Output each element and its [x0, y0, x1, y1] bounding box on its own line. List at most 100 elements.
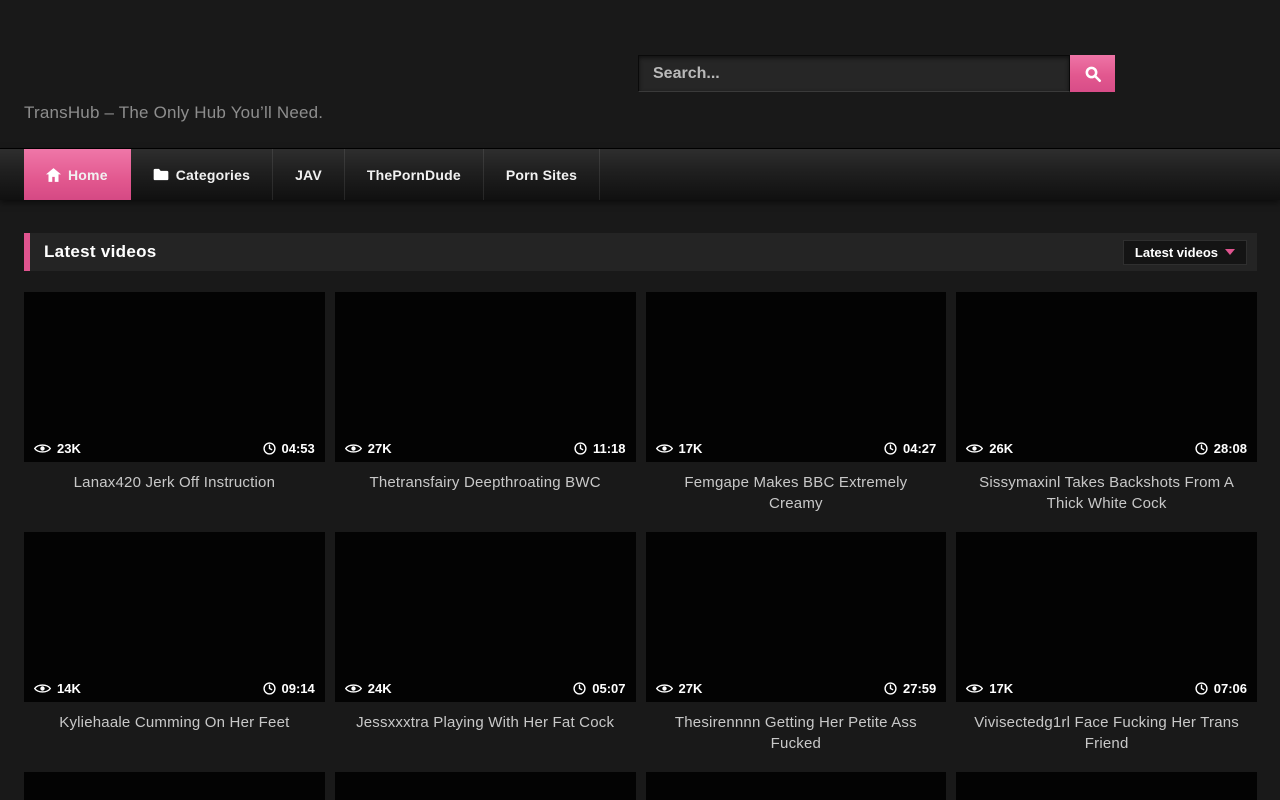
- clock-icon: [884, 682, 897, 695]
- video-card[interactable]: 26K 28:08 Sissymaxinl Takes Backshots Fr…: [956, 292, 1257, 532]
- nav-item-theporndude[interactable]: ThePornDude: [345, 149, 484, 200]
- search-button[interactable]: [1070, 55, 1115, 92]
- video-card-partial[interactable]: [956, 772, 1257, 800]
- video-title[interactable]: Kyliehaale Cumming On Her Feet: [24, 702, 325, 733]
- views-stat: 17K: [966, 681, 1013, 696]
- video-stats: 23K 04:53: [24, 434, 325, 462]
- video-views: 27K: [679, 681, 703, 696]
- site-tagline: TransHub – The Only Hub You’ll Need.: [24, 103, 323, 123]
- views-stat: 14K: [34, 681, 81, 696]
- video-title[interactable]: Sissymaxinl Takes Backshots From A Thick…: [956, 462, 1257, 514]
- video-thumbnail[interactable]: 23K 04:53: [24, 292, 325, 462]
- video-thumbnail[interactable]: 17K 04:27: [646, 292, 947, 462]
- video-title[interactable]: Thesirennnn Getting Her Petite Ass Fucke…: [646, 702, 947, 754]
- views-stat: 23K: [34, 441, 81, 456]
- clock-icon: [573, 682, 586, 695]
- video-thumbnail[interactable]: 27K 27:59: [646, 532, 947, 702]
- search-bar: [638, 55, 1115, 92]
- main-nav: Home Categories JAV ThePornDude Porn Sit…: [0, 148, 1280, 200]
- video-card-partial[interactable]: [335, 772, 636, 800]
- nav-item-porn-sites[interactable]: Porn Sites: [484, 149, 600, 200]
- duration-stat: 04:53: [263, 441, 315, 456]
- nav-item-label: Porn Sites: [506, 167, 577, 183]
- video-card-partial[interactable]: [646, 772, 947, 800]
- video-duration: 28:08: [1214, 441, 1247, 456]
- clock-icon: [1195, 442, 1208, 455]
- video-duration: 27:59: [903, 681, 936, 696]
- nav-item-label: ThePornDude: [367, 167, 461, 183]
- video-thumbnail[interactable]: [335, 772, 636, 800]
- video-views: 14K: [57, 681, 81, 696]
- nav-item-categories[interactable]: Categories: [131, 149, 273, 200]
- duration-stat: 09:14: [263, 681, 315, 696]
- video-card[interactable]: 17K 04:27 Femgape Makes BBC Extremely Cr…: [646, 292, 947, 532]
- eye-icon: [656, 683, 673, 694]
- search-input[interactable]: [638, 55, 1070, 92]
- eye-icon: [34, 443, 51, 454]
- views-stat: 27K: [656, 681, 703, 696]
- folder-icon: [153, 168, 169, 181]
- video-thumbnail[interactable]: 27K 11:18: [335, 292, 636, 462]
- video-thumbnail[interactable]: [646, 772, 947, 800]
- sort-dropdown[interactable]: Latest videos: [1123, 240, 1247, 265]
- video-card[interactable]: 27K 27:59 Thesirennnn Getting Her Petite…: [646, 532, 947, 772]
- video-thumbnail[interactable]: [24, 772, 325, 800]
- video-thumbnail[interactable]: [956, 772, 1257, 800]
- views-stat: 17K: [656, 441, 703, 456]
- eye-icon: [345, 683, 362, 694]
- clock-icon: [884, 442, 897, 455]
- video-card[interactable]: 23K 04:53 Lanax420 Jerk Off Instruction: [24, 292, 325, 532]
- views-stat: 26K: [966, 441, 1013, 456]
- duration-stat: 07:06: [1195, 681, 1247, 696]
- video-title[interactable]: Thetransfairy Deepthroating BWC: [335, 462, 636, 493]
- duration-stat: 04:27: [884, 441, 936, 456]
- video-duration: 04:53: [282, 441, 315, 456]
- video-thumbnail[interactable]: 26K 28:08: [956, 292, 1257, 462]
- eye-icon: [656, 443, 673, 454]
- nav-item-label: Categories: [176, 167, 250, 183]
- video-card[interactable]: 14K 09:14 Kyliehaale Cumming On Her Feet: [24, 532, 325, 772]
- sort-dropdown-label: Latest videos: [1135, 245, 1218, 260]
- video-stats: 17K 07:06: [956, 674, 1257, 702]
- video-stats: 17K 04:27: [646, 434, 947, 462]
- section-header: Latest videos Latest videos: [24, 233, 1257, 271]
- video-thumbnail[interactable]: 24K 05:07: [335, 532, 636, 702]
- video-duration: 09:14: [282, 681, 315, 696]
- video-card[interactable]: 27K 11:18 Thetransfairy Deepthroating BW…: [335, 292, 636, 532]
- video-duration: 04:27: [903, 441, 936, 456]
- video-views: 23K: [57, 441, 81, 456]
- video-duration: 11:18: [593, 441, 626, 456]
- home-icon: [46, 168, 61, 182]
- video-stats: 26K 28:08: [956, 434, 1257, 462]
- nav-item-label: JAV: [295, 167, 322, 183]
- clock-icon: [263, 442, 276, 455]
- nav-item-home[interactable]: Home: [24, 149, 131, 200]
- video-views: 17K: [679, 441, 703, 456]
- caret-down-icon: [1225, 249, 1235, 255]
- video-stats: 27K 27:59: [646, 674, 947, 702]
- clock-icon: [263, 682, 276, 695]
- video-duration: 07:06: [1214, 681, 1247, 696]
- eye-icon: [345, 443, 362, 454]
- video-title[interactable]: Jessxxxtra Playing With Her Fat Cock: [335, 702, 636, 733]
- video-thumbnail[interactable]: 17K 07:06: [956, 532, 1257, 702]
- video-thumbnail[interactable]: 14K 09:14: [24, 532, 325, 702]
- section-title: Latest videos: [44, 242, 157, 262]
- video-title[interactable]: Vivisectedg1rl Face Fucking Her Trans Fr…: [956, 702, 1257, 754]
- video-stats: 14K 09:14: [24, 674, 325, 702]
- eye-icon: [966, 443, 983, 454]
- clock-icon: [1195, 682, 1208, 695]
- eye-icon: [966, 683, 983, 694]
- video-views: 27K: [368, 441, 392, 456]
- video-card[interactable]: 24K 05:07 Jessxxxtra Playing With Her Fa…: [335, 532, 636, 772]
- duration-stat: 05:07: [573, 681, 625, 696]
- video-title[interactable]: Femgape Makes BBC Extremely Creamy: [646, 462, 947, 514]
- search-icon: [1084, 65, 1102, 83]
- nav-item-label: Home: [68, 167, 108, 183]
- video-card[interactable]: 17K 07:06 Vivisectedg1rl Face Fucking He…: [956, 532, 1257, 772]
- video-card-partial[interactable]: [24, 772, 325, 800]
- video-title[interactable]: Lanax420 Jerk Off Instruction: [24, 462, 325, 493]
- video-views: 17K: [989, 681, 1013, 696]
- duration-stat: 11:18: [574, 441, 626, 456]
- nav-item-jav[interactable]: JAV: [273, 149, 345, 200]
